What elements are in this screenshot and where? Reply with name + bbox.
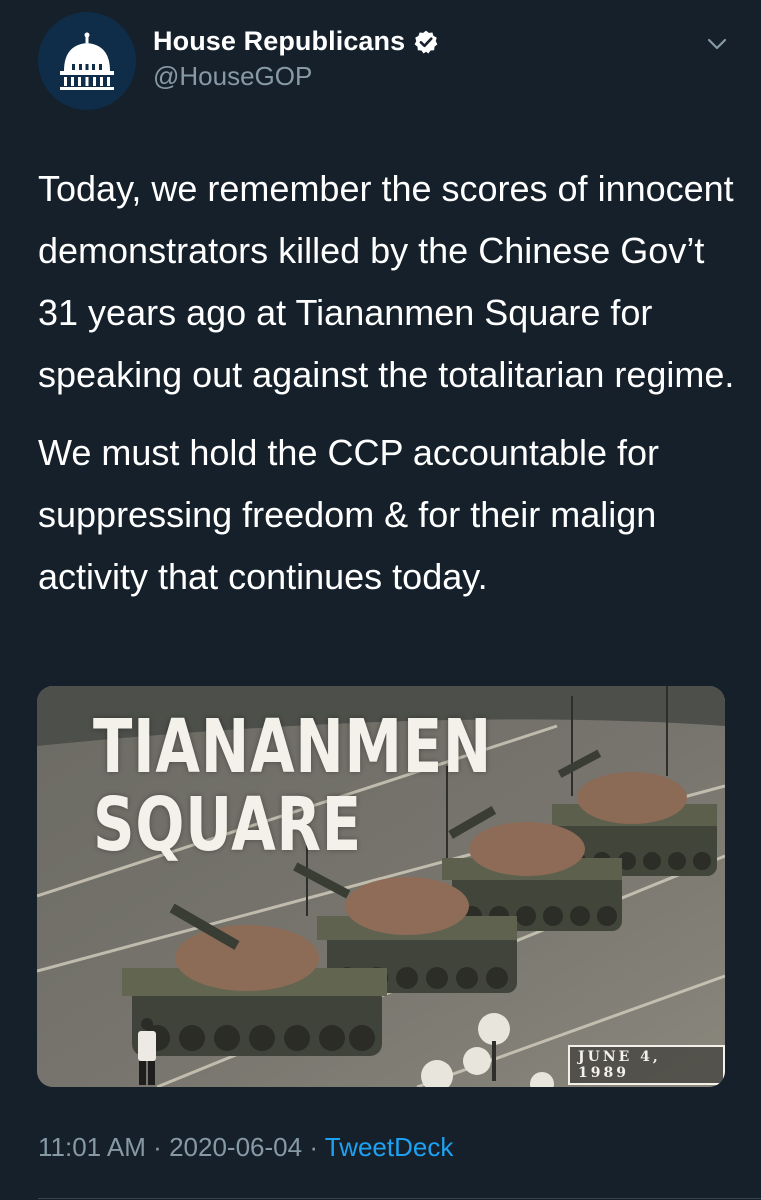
divider: [38, 1198, 761, 1199]
image-title-line: TIANANMEN: [93, 704, 493, 790]
display-name-row: House Republicans: [153, 26, 439, 57]
chevron-down-icon[interactable]: [703, 30, 731, 58]
avatar[interactable]: [38, 12, 136, 110]
tweet-image[interactable]: TIANANMEN SQUARE JUNE 4, 1989: [37, 686, 725, 1087]
tweet-text: Today, we remember the scores of innocen…: [38, 158, 738, 608]
image-title: TIANANMEN SQUARE: [93, 708, 492, 864]
account-handle: @HouseGOP: [153, 61, 313, 91]
tweet-time[interactable]: 11:01 AM: [38, 1132, 146, 1162]
tweet-source-link[interactable]: TweetDeck: [325, 1132, 454, 1162]
tweet-paragraph: We must hold the CCP accountable for sup…: [38, 432, 659, 597]
capitol-dome-icon: [60, 32, 114, 90]
meta-separator: ·: [153, 1132, 162, 1162]
tweet-paragraph: Today, we remember the scores of innocen…: [38, 168, 735, 395]
tweet-date[interactable]: 2020-06-04: [169, 1132, 302, 1162]
account-names[interactable]: House Republicans @HouseGOP: [153, 26, 439, 92]
verified-badge-icon: [414, 30, 438, 53]
tweet-metadata: 11:01 AM · 2020-06-04 · TweetDeck: [38, 1132, 453, 1163]
image-title-line: SQUARE: [93, 782, 362, 868]
meta-separator: ·: [309, 1132, 318, 1162]
display-name: House Republicans: [153, 26, 406, 56]
image-date-stamp: JUNE 4, 1989: [568, 1045, 725, 1085]
